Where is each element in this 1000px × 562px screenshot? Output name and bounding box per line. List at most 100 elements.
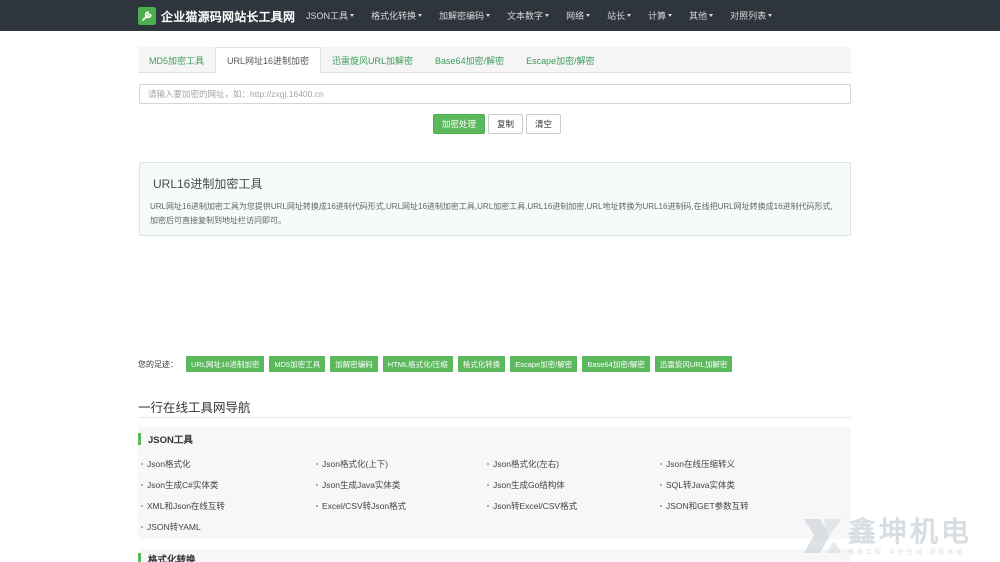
footprint-tag[interactable]: URL网址16进制加密	[186, 356, 265, 372]
tool-link-label: Json生成C#实体类	[147, 480, 219, 490]
caret-down-icon	[627, 14, 632, 17]
tool-link-label: Json格式化(上下)	[322, 459, 389, 469]
panel-title: 格式化转换	[148, 555, 196, 562]
nav-item-label: 文本数字	[507, 11, 544, 21]
wrench-icon	[138, 7, 156, 25]
tool-info-box: URL16进制加密工具 URL网址16进制加密工具为您提供URL网址转换成16进…	[139, 162, 851, 236]
tool-link[interactable]: XML和Json在线互转	[141, 500, 225, 512]
caret-down-icon	[768, 14, 773, 17]
nav-item-reference[interactable]: 对照列表	[730, 9, 773, 22]
tool-link-label: Json转Excel/CSV格式	[493, 501, 578, 511]
footprint-tag[interactable]: 迅雷旋风URL加解密	[654, 356, 733, 372]
nav-item-label: 计算	[648, 11, 667, 21]
tool-link-label: Json在线压缩转义	[666, 459, 735, 469]
tab-url-hex[interactable]: URL网址16进制加密	[215, 47, 322, 74]
footprint-tag[interactable]: MD5加密工具	[269, 356, 326, 372]
nav-item-network[interactable]: 网络	[566, 9, 591, 22]
watermark: 鑫坤机电 电机工程 中央空调 消防系统	[800, 513, 995, 559]
bullet-icon	[316, 463, 318, 465]
bullet-icon	[487, 505, 489, 507]
caret-down-icon	[586, 14, 591, 17]
tool-link[interactable]: Json格式化	[141, 458, 190, 470]
nav-item-label: 站长	[607, 11, 626, 21]
nav-item-label: 加解密编码	[439, 11, 485, 21]
accent-bar	[138, 553, 141, 562]
footprint-tag[interactable]: Escape加密/解密	[510, 356, 578, 372]
tab-escape[interactable]: Escape加密/解密	[515, 47, 606, 73]
action-buttons: 加密处理 复制 清空	[433, 114, 564, 134]
tool-link-label: XML和Json在线互转	[147, 501, 225, 511]
info-description: URL网址16进制加密工具为您提供URL网址转换成16进制代码形式,URL网址1…	[150, 202, 833, 225]
bullet-icon	[141, 484, 143, 486]
footprint-tag[interactable]: 加解密编码	[330, 356, 378, 372]
bullet-icon	[487, 484, 489, 486]
tool-tabs: MD5加密工具 URL网址16进制加密 迅雷旋风URL加解密 Base64加密/…	[138, 47, 851, 74]
footprint-tag[interactable]: 格式化转换	[457, 356, 506, 372]
url-input[interactable]	[139, 84, 851, 104]
nav-item-label: 格式化转换	[371, 11, 417, 21]
nav-item-webmaster[interactable]: 站长	[607, 9, 632, 22]
copy-button[interactable]: 复制	[488, 114, 524, 134]
history-footprint: 您的足迹： URL网址16进制加密 MD5加密工具 加解密编码 HTML格式化/…	[138, 356, 737, 372]
tab-thunder-url[interactable]: 迅雷旋风URL加解密	[321, 47, 424, 73]
tool-link-label: JSON转YAML	[147, 522, 201, 532]
caret-down-icon	[709, 14, 714, 17]
tool-link-label: JSON和GET参数互转	[666, 501, 749, 511]
tool-link[interactable]: Json转Excel/CSV格式	[487, 500, 577, 512]
bullet-icon	[660, 484, 662, 486]
nav-item-label: 对照列表	[730, 11, 767, 21]
caret-down-icon	[418, 14, 423, 17]
footprint-label: 您的足迹：	[138, 359, 178, 369]
nav-menu: JSON工具 格式化转换 加解密编码 文本数字 网络 站长 计算 其他 对照列表	[306, 0, 789, 31]
info-title: URL16进制加密工具	[153, 177, 263, 191]
tool-link[interactable]: Json生成C#实体类	[141, 479, 218, 491]
footprint-tag[interactable]: Base64加密/解密	[582, 356, 650, 372]
tool-link[interactable]: Json生成Go结构体	[487, 479, 565, 491]
tool-link[interactable]: JSON和GET参数互转	[660, 500, 749, 512]
top-navbar: 企业猫源码网站长工具网 JSON工具 格式化转换 加解密编码 文本数字 网络 站…	[0, 0, 1000, 31]
brand[interactable]: 企业猫源码网站长工具网	[138, 7, 295, 25]
nav-item-other[interactable]: 其他	[689, 9, 714, 22]
bullet-icon	[660, 505, 662, 507]
panel-title: JSON工具	[148, 435, 193, 446]
nav-item-encrypt[interactable]: 加解密编码	[439, 9, 491, 22]
accent-bar	[138, 433, 141, 445]
caret-down-icon	[545, 14, 550, 17]
tool-link[interactable]: SQL转Java实体类	[660, 479, 735, 491]
tool-link-label: Json格式化(左右)	[493, 459, 560, 469]
bullet-icon	[316, 484, 318, 486]
brand-title: 企业猫源码网站长工具网	[161, 9, 296, 24]
json-tools-panel: JSON工具 Json格式化 Json格式化(上下) Json格式化(左右) J…	[138, 427, 851, 539]
tool-link[interactable]: Json生成Java实体类	[316, 479, 400, 491]
tool-link[interactable]: Json在线压缩转义	[660, 458, 735, 470]
watermark-text: 鑫坤机电	[848, 514, 973, 548]
encrypt-button[interactable]: 加密处理	[433, 114, 486, 134]
nav-item-text[interactable]: 文本数字	[507, 9, 550, 22]
bullet-icon	[141, 526, 143, 528]
nav-item-label: 其他	[689, 11, 708, 21]
caret-down-icon	[486, 14, 491, 17]
tool-link[interactable]: JSON转YAML	[141, 521, 201, 533]
panel-header: 格式化转换	[138, 553, 196, 562]
tab-base64[interactable]: Base64加密/解密	[424, 47, 515, 73]
tool-link[interactable]: Json格式化(上下)	[316, 458, 388, 470]
bullet-icon	[141, 463, 143, 465]
tab-md5[interactable]: MD5加密工具	[138, 47, 215, 73]
nav-item-format[interactable]: 格式化转换	[371, 9, 423, 22]
watermark-subtext: 电机工程 中央空调 消防系统	[848, 549, 966, 556]
footprint-tag[interactable]: HTML格式化/压缩	[382, 356, 453, 372]
nav-item-json[interactable]: JSON工具	[306, 9, 355, 22]
panel-header: JSON工具	[138, 433, 193, 446]
tool-link-label: Json生成Go结构体	[493, 480, 565, 490]
tool-link[interactable]: Json格式化(左右)	[487, 458, 559, 470]
caret-down-icon	[350, 14, 355, 17]
tool-link-label: Excel/CSV转Json格式	[322, 501, 407, 511]
nav-section-title: 一行在线工具网导航	[138, 401, 251, 415]
tool-link[interactable]: Excel/CSV转Json格式	[316, 500, 406, 512]
caret-down-icon	[668, 14, 673, 17]
nav-item-calc[interactable]: 计算	[648, 9, 673, 22]
clear-button[interactable]: 清空	[526, 114, 562, 134]
tool-link-label: SQL转Java实体类	[666, 480, 735, 490]
nav-item-label: 网络	[566, 11, 585, 21]
bullet-icon	[316, 505, 318, 507]
